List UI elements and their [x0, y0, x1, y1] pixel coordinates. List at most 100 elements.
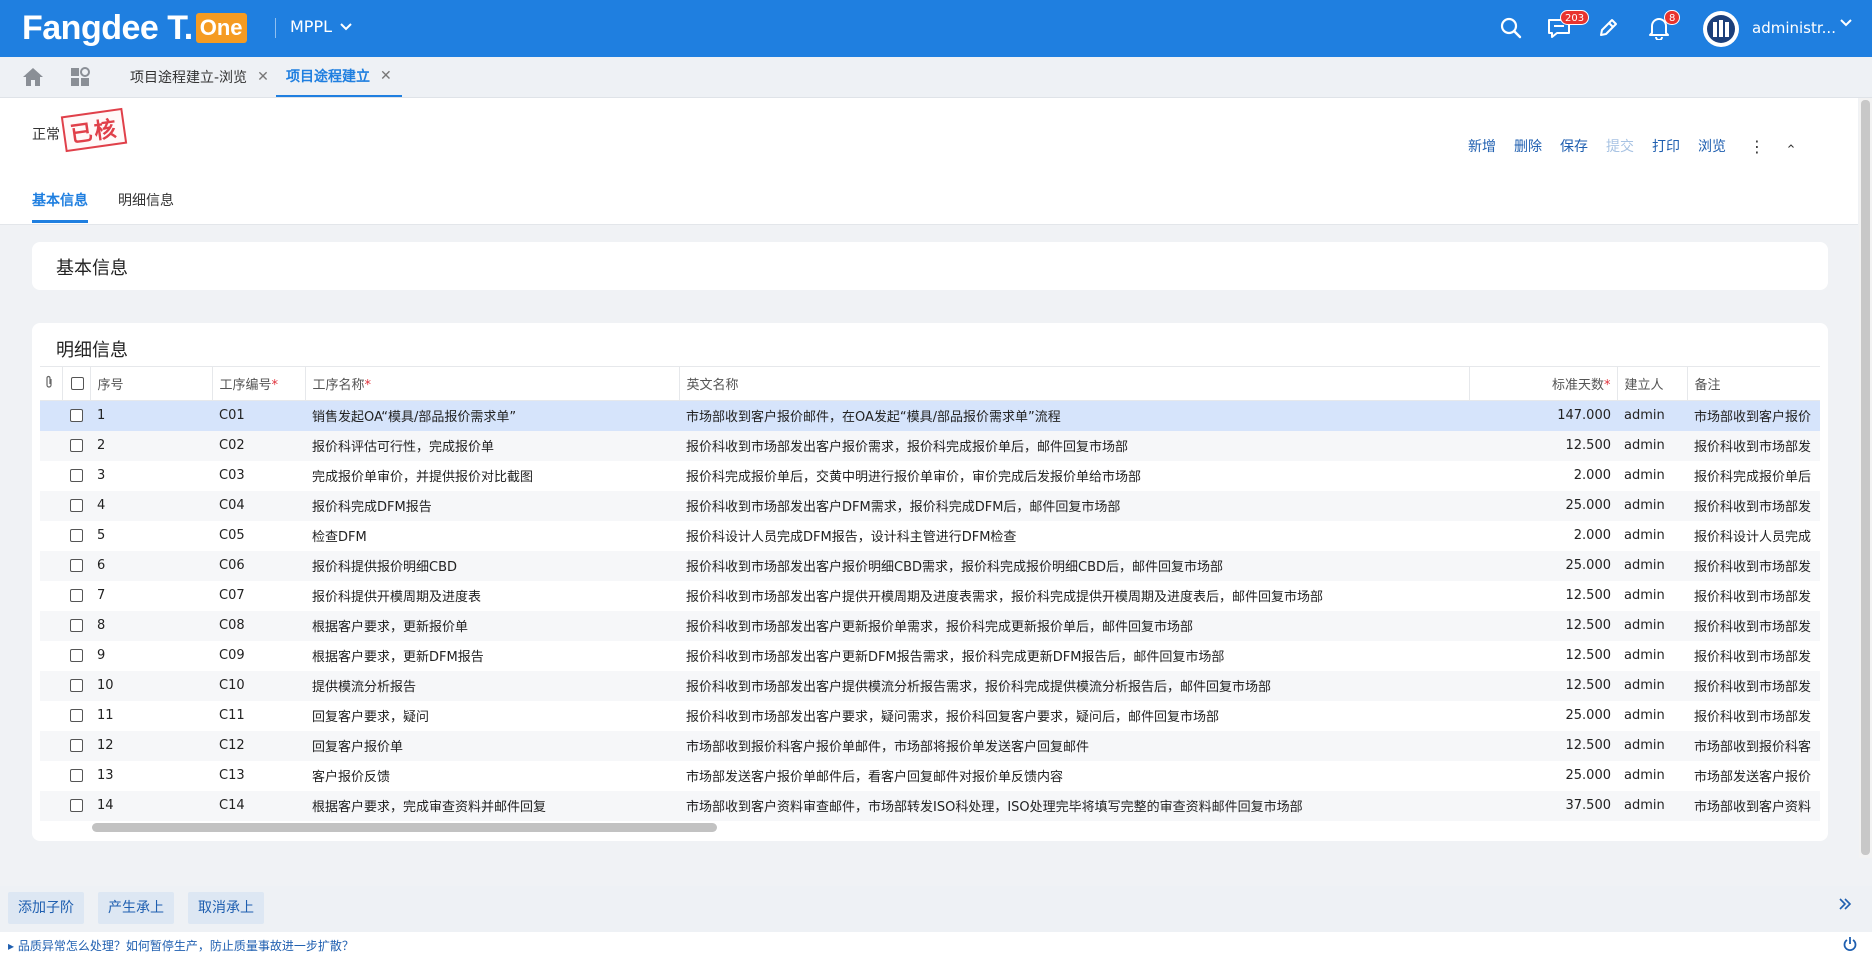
row-checkbox-cell[interactable]	[62, 790, 90, 821]
days-cell: 25.000	[1469, 550, 1617, 581]
table-row[interactable]: 12 C12 回复客户报价单 市场部收到报价科客户报价单邮件，市场部将报价单发送客户回…	[40, 730, 1820, 761]
row-checkbox-cell[interactable]	[62, 550, 90, 581]
row-checkbox-cell[interactable]	[62, 701, 90, 731]
save-button[interactable]: 保存	[1551, 136, 1597, 156]
checkbox[interactable]	[70, 799, 83, 812]
checkbox[interactable]	[70, 499, 83, 512]
checkbox[interactable]	[70, 619, 83, 632]
edit-button[interactable]	[1591, 12, 1625, 44]
row-checkbox-cell[interactable]	[62, 730, 90, 761]
attachment-cell	[40, 610, 62, 641]
table-row[interactable]: 4 C04 报价科完成DFM报告 报价科收到市场部发出客户DFM需求，报价科完成DFM…	[40, 490, 1820, 521]
cancel-produce-button[interactable]: 取消承上	[188, 892, 264, 924]
apps-grid-icon[interactable]	[70, 67, 92, 87]
checkbox[interactable]	[70, 439, 83, 452]
scroll-thumb[interactable]	[92, 823, 717, 832]
name-cell: 根据客户要求，更新报价单	[305, 610, 679, 641]
table-row[interactable]: 6 C06 报价科提供报价明细CBD 报价科收到市场部发出客户报价明细CBD需求，报价…	[40, 550, 1820, 581]
checkbox[interactable]	[70, 679, 83, 692]
creator-cell: admin	[1624, 648, 1665, 663]
table-row[interactable]: 14 C14 根据客户要求，完成审查资料并邮件回复 市场部收到客户资料审查邮件，市场部…	[40, 790, 1820, 821]
seq-cell: 14	[90, 790, 212, 821]
column-creator[interactable]: 建立人	[1617, 366, 1688, 401]
close-icon[interactable]: ✕	[257, 69, 269, 85]
checkbox[interactable]	[70, 469, 83, 482]
tab-basic-info[interactable]: 基本信息	[32, 190, 88, 223]
row-checkbox-cell[interactable]	[62, 670, 90, 701]
brand-logo[interactable]: Fangdee T. One	[22, 8, 247, 48]
chevron-up-icon[interactable]	[1779, 141, 1803, 151]
column-days[interactable]: 标准天数*	[1469, 366, 1618, 401]
attachment-cell	[40, 430, 62, 461]
close-icon[interactable]: ✕	[380, 68, 392, 84]
user-name[interactable]: administr...	[1752, 19, 1836, 37]
checkbox[interactable]	[70, 769, 83, 782]
row-checkbox-cell[interactable]	[62, 490, 90, 521]
scroll-thumb[interactable]	[1861, 100, 1870, 855]
checkbox[interactable]	[70, 529, 83, 542]
tab-edit[interactable]: 项目途程建立 ✕	[276, 57, 402, 97]
table-row[interactable]: 7 C07 报价科提供开模周期及进度表 报价科收到市场部发出客户提供开模周期及进度表需…	[40, 581, 1820, 611]
produce-button[interactable]: 产生承上	[98, 892, 174, 924]
checkbox[interactable]	[70, 559, 83, 572]
column-name[interactable]: 工序名称*	[305, 366, 680, 401]
submit-button[interactable]: 提交	[1597, 136, 1643, 156]
checkbox[interactable]	[70, 709, 83, 722]
chevron-down-icon[interactable]	[1840, 19, 1852, 27]
alerts-button[interactable]: 8	[1642, 10, 1681, 44]
checkbox[interactable]	[70, 377, 84, 390]
attachment-cell	[40, 641, 62, 671]
tab-browse[interactable]: 项目途程建立-浏览 ✕	[130, 57, 269, 97]
checkbox[interactable]	[70, 739, 83, 752]
search-button[interactable]	[1494, 12, 1528, 44]
print-button[interactable]: 打印	[1643, 136, 1689, 156]
messages-button[interactable]: 203	[1542, 10, 1590, 44]
add-child-button[interactable]: 添加子阶	[8, 892, 84, 924]
checkbox[interactable]	[70, 409, 83, 423]
tab-detail-info[interactable]: 明细信息	[118, 190, 174, 223]
row-checkbox-cell[interactable]	[62, 761, 90, 791]
home-icon[interactable]	[22, 67, 44, 87]
attachment-column[interactable]	[40, 366, 63, 401]
row-checkbox-cell[interactable]	[62, 641, 90, 671]
table-row[interactable]: 8 C08 根据客户要求，更新报价单 报价科收到市场部发出客户更新报价单需求，报价科完…	[40, 610, 1820, 641]
checkbox[interactable]	[70, 649, 83, 662]
new-button[interactable]: 新增	[1459, 136, 1505, 156]
seq-cell: 2	[90, 430, 212, 461]
footer-tip[interactable]: ▸ 品质异常怎么处理？如何暂停生产，防止质量事故进一步扩散？	[8, 937, 354, 954]
browse-button[interactable]: 浏览	[1689, 136, 1735, 156]
row-checkbox-cell[interactable]	[62, 400, 90, 431]
column-code[interactable]: 工序编号*	[212, 366, 306, 401]
vertical-scrollbar[interactable]	[1859, 98, 1872, 858]
row-checkbox-cell[interactable]	[62, 610, 90, 641]
row-checkbox-cell[interactable]	[62, 430, 90, 461]
column-seq[interactable]: 序号	[90, 366, 213, 401]
row-checkbox-cell[interactable]	[62, 461, 90, 491]
more-options-icon[interactable]: ⋮	[1735, 137, 1779, 156]
en-name-cell: 报价科收到市场部发出客户提供模流分析报告需求，报价科完成提供模流分析报告后，邮件…	[679, 670, 1469, 701]
en-name-cell: 报价科收到市场部发出客户报价需求，报价科完成报价单后，邮件回复市场部	[679, 430, 1469, 461]
column-remark[interactable]: 备注	[1687, 366, 1820, 401]
table-row[interactable]: 3 C03 完成报价单审价，并提供报价对比截图 报价科完成报价单后，交黄中明进行报价单…	[40, 461, 1820, 491]
horizontal-scrollbar[interactable]	[40, 822, 1820, 832]
code-cell: C13	[219, 768, 245, 783]
select-all-checkbox[interactable]	[62, 366, 91, 401]
checkbox[interactable]	[70, 589, 83, 602]
column-en-name[interactable]: 英文名称	[679, 366, 1470, 401]
code-cell: C14	[212, 790, 305, 821]
avatar[interactable]	[1703, 11, 1739, 47]
table-row[interactable]: 11 C11 回复客户要求，疑问 报价科收到市场部发出客户要求，疑问需求，报价科回复客…	[40, 701, 1820, 731]
table-row[interactable]: 13 C13 客户报价反馈 市场部发送客户报价单邮件后，看客户回复邮件对报价单反馈内容…	[40, 761, 1820, 791]
app-selector[interactable]: MPPL	[290, 17, 352, 36]
row-checkbox-cell[interactable]	[62, 521, 90, 551]
table-row[interactable]: 5 C05 检查DFM 报价科设计人员完成DFM报告，设计科主管进行DFM检查 2.00…	[40, 521, 1820, 551]
table-row[interactable]: 9 C09 根据客户要求，更新DFM报告 报价科收到市场部发出客户更新DFM报告需求，…	[40, 641, 1820, 671]
row-checkbox-cell[interactable]	[62, 581, 90, 611]
delete-button[interactable]: 删除	[1505, 136, 1551, 156]
seq-cell: 5	[97, 528, 106, 543]
table-row[interactable]: 2 C02 报价科评估可行性，完成报价单 报价科收到市场部发出客户报价需求，报价科完成…	[40, 430, 1820, 461]
table-row[interactable]: 1 C01 销售发起OA“模具/部品报价需求单” 市场部收到客户报价邮件，在OA发起“…	[40, 400, 1820, 431]
table-row[interactable]: 10 C10 提供模流分析报告 报价科收到市场部发出客户提供模流分析报告需求，报价科完…	[40, 670, 1820, 701]
power-icon[interactable]	[1842, 936, 1858, 952]
double-chevron-right-icon[interactable]	[1838, 898, 1852, 910]
